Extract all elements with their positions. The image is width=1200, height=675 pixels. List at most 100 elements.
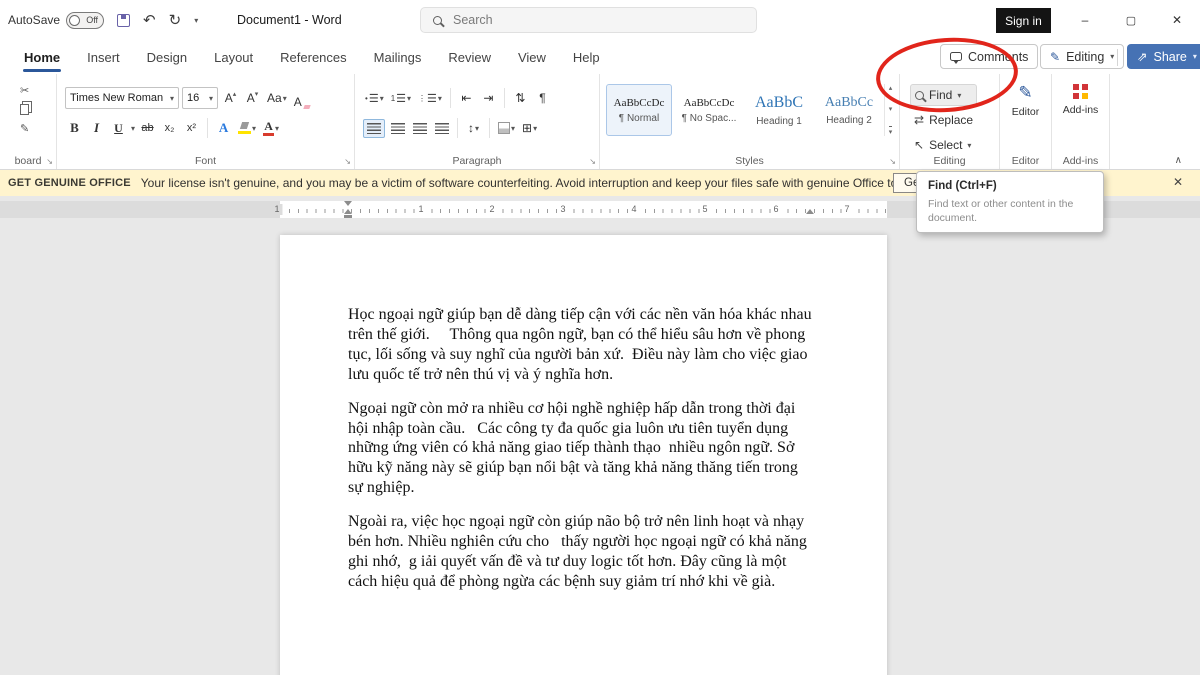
redo-icon[interactable]: ↻ [169,13,182,28]
gallery-more-icon[interactable]: ▾ [889,126,893,136]
paragraph[interactable]: Học ngoại ngữ giúp bạn dễ dàng tiếp cận … [348,305,812,385]
close-button[interactable]: ✕ [1154,0,1200,40]
numbering-button[interactable]: 1 ☰ ▾ [389,87,413,109]
tab-design[interactable]: Design [147,50,187,65]
style-heading-2[interactable]: AaBbCc Heading 2 [816,84,882,136]
font-family-combo[interactable]: Times New Roman ▾ [65,87,179,109]
undo-icon[interactable]: ↶ [143,13,156,28]
style-normal[interactable]: AaBbCcDc ¶ Normal [606,84,672,136]
decrease-indent-button[interactable]: ⇤ [457,87,476,109]
multilevel-list-button[interactable]: ⋮ ☰ ▾ [416,87,444,109]
select-label: Select [929,138,962,152]
styles-dialog-launcher-icon[interactable]: ↘ [889,157,896,166]
clear-formatting-button[interactable]: A [292,87,312,109]
subscript-button[interactable]: x₂ [160,117,179,139]
tab-help[interactable]: Help [573,50,600,65]
tab-insert[interactable]: Insert [87,50,120,65]
tab-layout[interactable]: Layout [214,50,253,65]
superscript-button[interactable]: x² [182,117,201,139]
search-input[interactable] [451,12,711,28]
tab-home[interactable]: Home [24,50,60,65]
paragraph[interactable]: Ngoại ngữ còn mở ra nhiều cơ hội nghề ng… [348,399,812,499]
shrink-font-button[interactable]: A ▾ [243,87,262,109]
autosave-control[interactable]: AutoSave Off [8,12,104,29]
strikethrough-button[interactable]: ab [138,117,157,139]
underline-button[interactable]: U [109,117,128,139]
right-indent-marker[interactable] [806,209,814,214]
save-icon[interactable] [117,14,130,27]
search-box[interactable] [420,7,757,33]
document-text[interactable]: Học ngoại ngữ giúp bạn dễ dàng tiếp cận … [348,305,812,606]
tab-references[interactable]: References [280,50,346,65]
editing-mode-button[interactable]: ✎ Editing ▾ [1040,44,1124,69]
paragraph-dialog-launcher-icon[interactable]: ↘ [589,157,596,166]
copy-icon[interactable] [20,104,29,115]
line-spacing-button[interactable]: ↕ ▾ [464,117,483,139]
chevron-down-icon: ▾ [475,124,479,133]
bold-button[interactable]: B [65,117,84,139]
editor-button[interactable]: ✎ Editor [1000,84,1051,118]
banner-close-icon[interactable]: ✕ [1168,175,1188,189]
select-button[interactable]: ↖ Select ▾ [910,134,977,156]
minimize-button[interactable]: – [1062,0,1108,40]
toggle-knob-icon [69,15,80,26]
font-dialog-launcher-icon[interactable]: ↘ [344,157,351,166]
addins-group: Add-ins Add-ins [1052,74,1110,169]
italic-button[interactable]: I [87,117,106,139]
style-heading-1[interactable]: AaBbC Heading 1 [746,84,812,136]
share-button[interactable]: ⇗ Share ▾ [1127,44,1200,69]
left-indent-marker[interactable] [344,215,352,218]
paragraph[interactable]: Ngoài ra, việc học ngoại ngữ còn giúp nã… [348,512,812,592]
addins-label: Add-ins [1063,104,1099,116]
borders-button[interactable]: ⊞ ▾ [520,117,539,139]
styles-group-label: Styles [600,155,899,167]
document-page[interactable]: Học ngoại ngữ giúp bạn dễ dàng tiếp cận … [280,235,887,675]
highlight-button[interactable]: ▾ [236,117,258,139]
maximize-button[interactable]: ▢ [1108,0,1154,40]
paragraph-group: • ☰ ▾ 1 ☰ ▾ ⋮ ☰ ▾ ⇤ ⇥ [355,74,600,169]
first-line-indent-marker[interactable] [344,201,352,206]
hanging-indent-marker[interactable] [344,209,352,214]
style-name: Heading 2 [826,115,872,126]
align-right-button[interactable] [410,117,429,139]
editor-group-label: Editor [1000,155,1051,167]
qat-customize-caret-icon[interactable]: ▾ [194,16,198,25]
comments-button[interactable]: Comments [940,44,1038,69]
text-effects-button[interactable]: A [214,117,233,139]
gallery-down-icon[interactable]: ▾ [889,105,893,113]
tab-mailings[interactable]: Mailings [374,50,422,65]
sign-in-button[interactable]: Sign in [996,8,1051,33]
align-left-icon [367,123,381,134]
sort-button[interactable]: ⇅ [511,87,530,109]
align-left-button[interactable] [363,119,385,138]
style-no-spacing[interactable]: AaBbCcDc ¶ No Spac... [676,84,742,136]
chevron-down-icon[interactable]: ▾ [131,124,135,133]
show-marks-button[interactable]: ¶ [533,87,552,109]
divider [450,88,451,108]
bullets-button[interactable]: • ☰ ▾ [363,87,386,109]
line-spacing-icon: ↕ [468,121,474,135]
font-color-button[interactable]: A ▾ [261,117,281,139]
clipboard-dialog-launcher-icon[interactable]: ↘ [46,157,53,166]
replace-button[interactable]: ⇄ Replace [910,109,977,131]
collapse-ribbon-icon[interactable]: ∧ [1175,155,1182,166]
gallery-up-icon[interactable]: ▴ [889,84,893,92]
ribbon-tabs: Home Insert Design Layout References Mai… [24,40,600,74]
increase-indent-button[interactable]: ⇥ [479,87,498,109]
find-button[interactable]: Find ▾ [910,84,977,106]
format-painter-icon[interactable]: ✎ [20,122,29,135]
addins-button[interactable]: Add-ins [1052,84,1109,116]
style-name: ¶ No Spac... [682,113,737,124]
align-center-button[interactable] [388,117,407,139]
tab-view[interactable]: View [518,50,546,65]
font-size-combo[interactable]: 16 ▾ [182,87,218,109]
cut-icon[interactable]: ✂ [20,84,29,97]
shading-button[interactable]: ▾ [496,117,517,139]
autosave-toggle[interactable]: Off [66,12,104,29]
grow-font-button[interactable]: A ▴ [221,87,240,109]
chevron-down-icon: ▾ [533,124,537,133]
chevron-down-icon: ▾ [407,94,411,103]
tab-review[interactable]: Review [448,50,491,65]
change-case-button[interactable]: Aa ▾ [265,87,289,109]
justify-button[interactable] [432,117,451,139]
